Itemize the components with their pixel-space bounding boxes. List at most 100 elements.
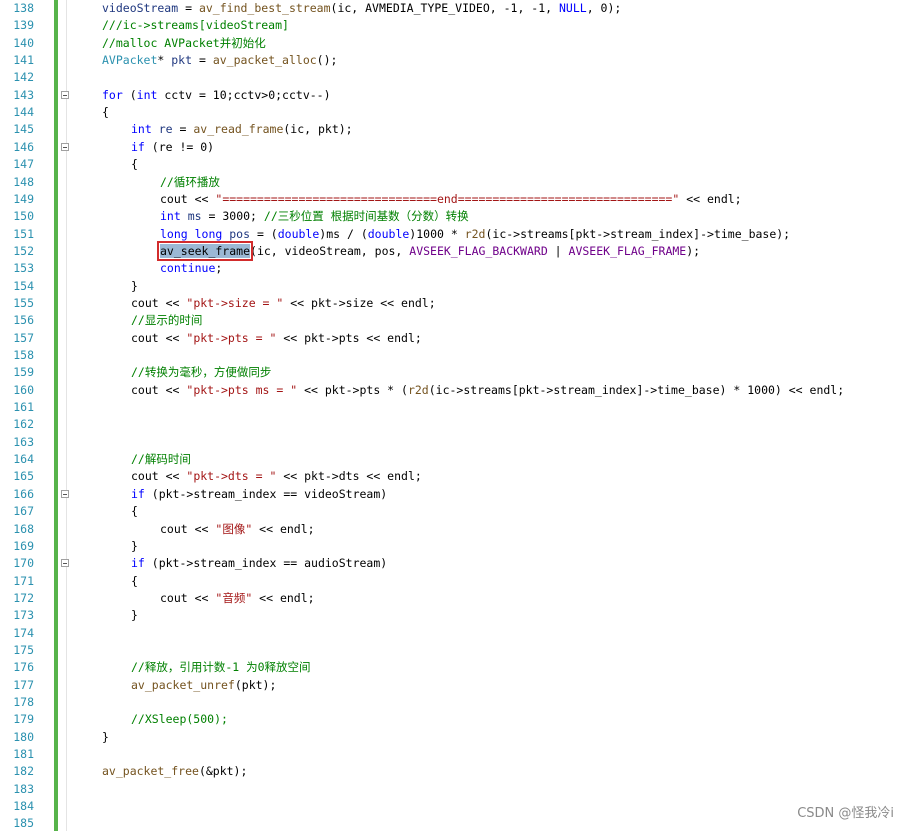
line-number: 179 bbox=[13, 712, 34, 727]
code-line[interactable]: 170 if (pkt->stream_index == audioStream) bbox=[0, 555, 910, 572]
code-token: << endl; bbox=[252, 590, 315, 605]
code-line[interactable]: 179 //XSleep(500); bbox=[0, 711, 910, 728]
code-text: cout << "pkt->pts = " << pkt->pts << end… bbox=[131, 330, 422, 347]
code-line[interactable]: 173} bbox=[0, 607, 910, 624]
code-line[interactable]: 184 bbox=[0, 798, 910, 815]
line-number: 173 bbox=[13, 608, 34, 623]
code-line[interactable]: 166 if (pkt->stream_index == videoStream) bbox=[0, 486, 910, 503]
code-line[interactable]: 142 bbox=[0, 69, 910, 86]
code-token: pkt bbox=[171, 53, 193, 68]
line-number: 159 bbox=[13, 365, 34, 380]
line-number: 161 bbox=[13, 400, 34, 415]
code-line[interactable]: 154} bbox=[0, 278, 910, 295]
code-token: = bbox=[178, 1, 199, 15]
line-number: 184 bbox=[13, 799, 34, 814]
code-line[interactable]: 183 bbox=[0, 781, 910, 798]
code-line[interactable]: 153 continue; bbox=[0, 260, 910, 277]
code-token: if bbox=[131, 486, 145, 501]
code-text: int ms = 3000; //三秒位置 根据时间基数（分数）转换 bbox=[160, 208, 469, 225]
code-token: cout << bbox=[160, 590, 216, 605]
code-line[interactable]: 181 bbox=[0, 746, 910, 763]
code-line[interactable]: 168 cout << "图像" << endl; bbox=[0, 521, 910, 538]
code-line[interactable]: 171 { bbox=[0, 573, 910, 590]
code-token: "===============================end=====… bbox=[215, 191, 680, 206]
code-line[interactable]: 172 cout << "音频" << endl; bbox=[0, 590, 910, 607]
code-line[interactable]: 138 videoStream = av_find_best_stream(ic,… bbox=[0, 0, 910, 17]
code-line[interactable]: 151 long long pos = (double)ms / (double)… bbox=[0, 226, 910, 243]
code-token: = 3000; bbox=[201, 209, 264, 224]
code-line[interactable]: 157 cout << "pkt->pts = " << pkt->pts << … bbox=[0, 330, 910, 347]
code-line[interactable]: 144 { bbox=[0, 104, 910, 121]
code-line[interactable]: 150 int ms = 3000; //三秒位置 根据时间基数（分数）转换 bbox=[0, 208, 910, 225]
code-line[interactable]: 156 //显示的时间 bbox=[0, 312, 910, 329]
code-line[interactable]: 140 //malloc AVPacket并初始化 bbox=[0, 35, 910, 52]
line-number: 170 bbox=[13, 556, 34, 571]
line-number: 183 bbox=[13, 781, 34, 796]
code-text: for (int cctv = 10;cctv>0;cctv--) bbox=[102, 87, 331, 104]
code-line[interactable]: 164 //解码时间 bbox=[0, 451, 910, 468]
code-text: continue; bbox=[160, 260, 222, 277]
highlighted-token: av_seek_frame bbox=[156, 240, 254, 261]
code-line[interactable]: 174 bbox=[0, 625, 910, 642]
collapse-minus-icon[interactable] bbox=[61, 559, 69, 568]
code-line[interactable]: 148 //循环播放 bbox=[0, 174, 910, 191]
code-token: << pkt->size << endl; bbox=[283, 295, 436, 310]
collapse-minus-icon[interactable] bbox=[61, 489, 69, 498]
code-text: if (re != 0) bbox=[131, 139, 214, 156]
code-line[interactable]: 182 av_packet_free(&pkt); bbox=[0, 763, 910, 780]
code-line[interactable]: 149 cout << "============================… bbox=[0, 191, 910, 208]
line-number: 154 bbox=[13, 278, 34, 293]
code-line[interactable]: 167 { bbox=[0, 503, 910, 520]
code-line[interactable]: 160 cout << "pkt->pts ms = " << pkt->pts … bbox=[0, 382, 910, 399]
code-text: int re = av_read_frame(ic, pkt); bbox=[131, 121, 353, 138]
code-line[interactable]: 139 ///ic->streams[videoStream] bbox=[0, 17, 910, 34]
code-line[interactable]: 143 for (int cctv = 10;cctv>0;cctv--) bbox=[0, 87, 910, 104]
code-token: )1000 * bbox=[409, 226, 465, 241]
collapse-minus-icon[interactable] bbox=[61, 90, 69, 99]
code-line[interactable]: 162 bbox=[0, 416, 910, 433]
code-line[interactable]: 147 { bbox=[0, 156, 910, 173]
code-line[interactable]: 185 bbox=[0, 815, 910, 832]
line-number: 166 bbox=[13, 486, 34, 501]
code-token: (ic->streams[pkt->stream_index]->time_ba… bbox=[485, 226, 791, 241]
code-token: )ms / ( bbox=[319, 226, 368, 241]
code-token: av_packet_unref bbox=[131, 677, 235, 692]
code-line[interactable]: 158 bbox=[0, 347, 910, 364]
code-line[interactable]: 163 bbox=[0, 434, 910, 451]
code-token: = bbox=[192, 53, 213, 68]
code-line[interactable]: 176 //释放，引用计数-1 为0释放空间 bbox=[0, 659, 910, 676]
code-line[interactable]: 141 AVPacket* pkt = av_packet_alloc(); bbox=[0, 52, 910, 69]
code-line[interactable]: 169} bbox=[0, 538, 910, 555]
code-token: av_packet_free bbox=[102, 764, 199, 779]
code-line[interactable]: 159 //转换为毫秒，方便做同步 bbox=[0, 364, 910, 381]
code-text: cout << "图像" << endl; bbox=[160, 521, 315, 538]
code-text: av_packet_free(&pkt); bbox=[102, 763, 247, 780]
code-token: //释放，引用计数-1 为0释放空间 bbox=[131, 660, 311, 675]
line-number: 143 bbox=[13, 87, 34, 102]
code-token: cout << bbox=[131, 469, 187, 484]
line-number: 144 bbox=[13, 105, 34, 120]
code-token: { bbox=[131, 157, 138, 172]
code-line[interactable]: 145 int re = av_read_frame(ic, pkt); bbox=[0, 121, 910, 138]
code-line[interactable]: 146 if (re != 0) bbox=[0, 139, 910, 156]
code-editor[interactable]: 138 videoStream = av_find_best_stream(ic,… bbox=[0, 0, 910, 831]
line-number: 177 bbox=[13, 677, 34, 692]
code-line[interactable]: 177 av_packet_unref(pkt); bbox=[0, 677, 910, 694]
code-line[interactable]: 152 av_seek_frame(ic, videoStream, pos, A… bbox=[0, 240, 910, 261]
line-number: 155 bbox=[13, 295, 34, 310]
code-line[interactable]: 155 cout << "pkt->size = " << pkt->size <… bbox=[0, 295, 910, 312]
line-number: 138 bbox=[13, 1, 34, 15]
code-token: int bbox=[131, 122, 152, 137]
code-line[interactable]: 175 bbox=[0, 642, 910, 659]
code-line[interactable]: 161 bbox=[0, 399, 910, 416]
code-line[interactable]: 165 cout << "pkt->dts = " << pkt->dts << … bbox=[0, 468, 910, 485]
collapse-minus-icon[interactable] bbox=[61, 142, 69, 151]
code-text: //malloc AVPacket并初始化 bbox=[102, 35, 266, 52]
code-token: double bbox=[367, 226, 410, 241]
code-line[interactable]: 180} bbox=[0, 729, 910, 746]
code-token: { bbox=[131, 504, 138, 519]
code-line[interactable]: 178 bbox=[0, 694, 910, 711]
line-number: 162 bbox=[13, 417, 34, 432]
code-token: av_read_frame bbox=[193, 122, 284, 137]
line-number: 149 bbox=[13, 191, 34, 206]
